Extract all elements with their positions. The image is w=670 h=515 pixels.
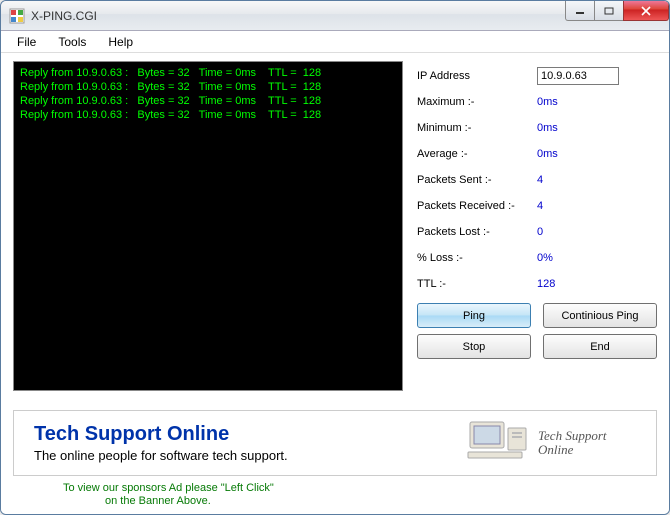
maximize-button[interactable] <box>594 1 624 21</box>
banner-image: Tech SupportOnline <box>466 415 636 471</box>
client-area: Reply from 10.9.0.63 : Bytes = 32 Time =… <box>1 53 669 514</box>
stat-label: Minimum :- <box>417 122 537 134</box>
stat-label: Packets Sent :- <box>417 174 537 186</box>
window-controls <box>566 1 669 21</box>
menu-tools[interactable]: Tools <box>48 33 96 51</box>
stat-row: Average :-0ms <box>417 141 657 167</box>
ip-address-input[interactable] <box>537 67 619 85</box>
menubar: File Tools Help <box>1 31 669 53</box>
stat-value: 0% <box>537 252 553 264</box>
stop-button[interactable]: Stop <box>417 334 531 359</box>
stat-row: Packets Sent :-4 <box>417 167 657 193</box>
stat-label: % Loss :- <box>417 252 537 264</box>
stat-value: 0ms <box>537 96 558 108</box>
app-icon <box>9 8 25 24</box>
banner-script-text: Tech SupportOnline <box>538 429 607 457</box>
stat-value: 0ms <box>537 122 558 134</box>
stat-value: 4 <box>537 174 543 186</box>
ip-address-row: IP Address <box>417 63 657 89</box>
minimize-button[interactable] <box>565 1 595 21</box>
sponsor-hint: To view our sponsors Ad please "Left Cli… <box>13 482 657 508</box>
stat-value: 4 <box>537 200 543 212</box>
stat-label: Packets Lost :- <box>417 226 537 238</box>
stat-row: Minimum :-0ms <box>417 115 657 141</box>
stat-label: TTL :- <box>417 278 537 290</box>
window-title: X-PING.CGI <box>31 9 97 23</box>
banner-subtitle: The online people for software tech supp… <box>34 448 446 463</box>
sponsor-banner[interactable]: Tech Support Online The online people fo… <box>13 410 657 476</box>
ip-address-label: IP Address <box>417 70 537 82</box>
stat-value: 0ms <box>537 148 558 160</box>
end-button[interactable]: End <box>543 334 657 359</box>
sponsor-hint-line2: on the Banner Above. <box>63 495 657 508</box>
ping-console: Reply from 10.9.0.63 : Bytes = 32 Time =… <box>13 61 403 391</box>
stat-label: Packets Received :- <box>417 200 537 212</box>
banner-title: Tech Support Online <box>34 423 446 446</box>
close-button[interactable] <box>623 1 669 21</box>
stat-value: 128 <box>537 278 555 290</box>
stat-row: Maximum :-0ms <box>417 89 657 115</box>
menu-file[interactable]: File <box>7 33 46 51</box>
stat-row: % Loss :-0% <box>417 245 657 271</box>
banner-text: Tech Support Online The online people fo… <box>34 423 446 463</box>
stat-row: TTL :-128 <box>417 271 657 297</box>
stat-value: 0 <box>537 226 543 238</box>
continuous-ping-button[interactable]: Continious Ping <box>543 303 657 328</box>
stat-label: Maximum :- <box>417 96 537 108</box>
sponsor-hint-line1: To view our sponsors Ad please "Left Cli… <box>63 482 657 495</box>
menu-help[interactable]: Help <box>98 33 143 51</box>
titlebar: X-PING.CGI <box>1 1 669 31</box>
computer-icon <box>466 418 530 468</box>
stat-row: Packets Received :-4 <box>417 193 657 219</box>
stat-row: Packets Lost :-0 <box>417 219 657 245</box>
app-window: X-PING.CGI File Tools Help Reply from 10… <box>0 0 670 515</box>
ping-button[interactable]: Ping <box>417 303 531 328</box>
stats-panel: IP Address Maximum :-0msMinimum :-0msAve… <box>417 61 657 396</box>
stat-label: Average :- <box>417 148 537 160</box>
